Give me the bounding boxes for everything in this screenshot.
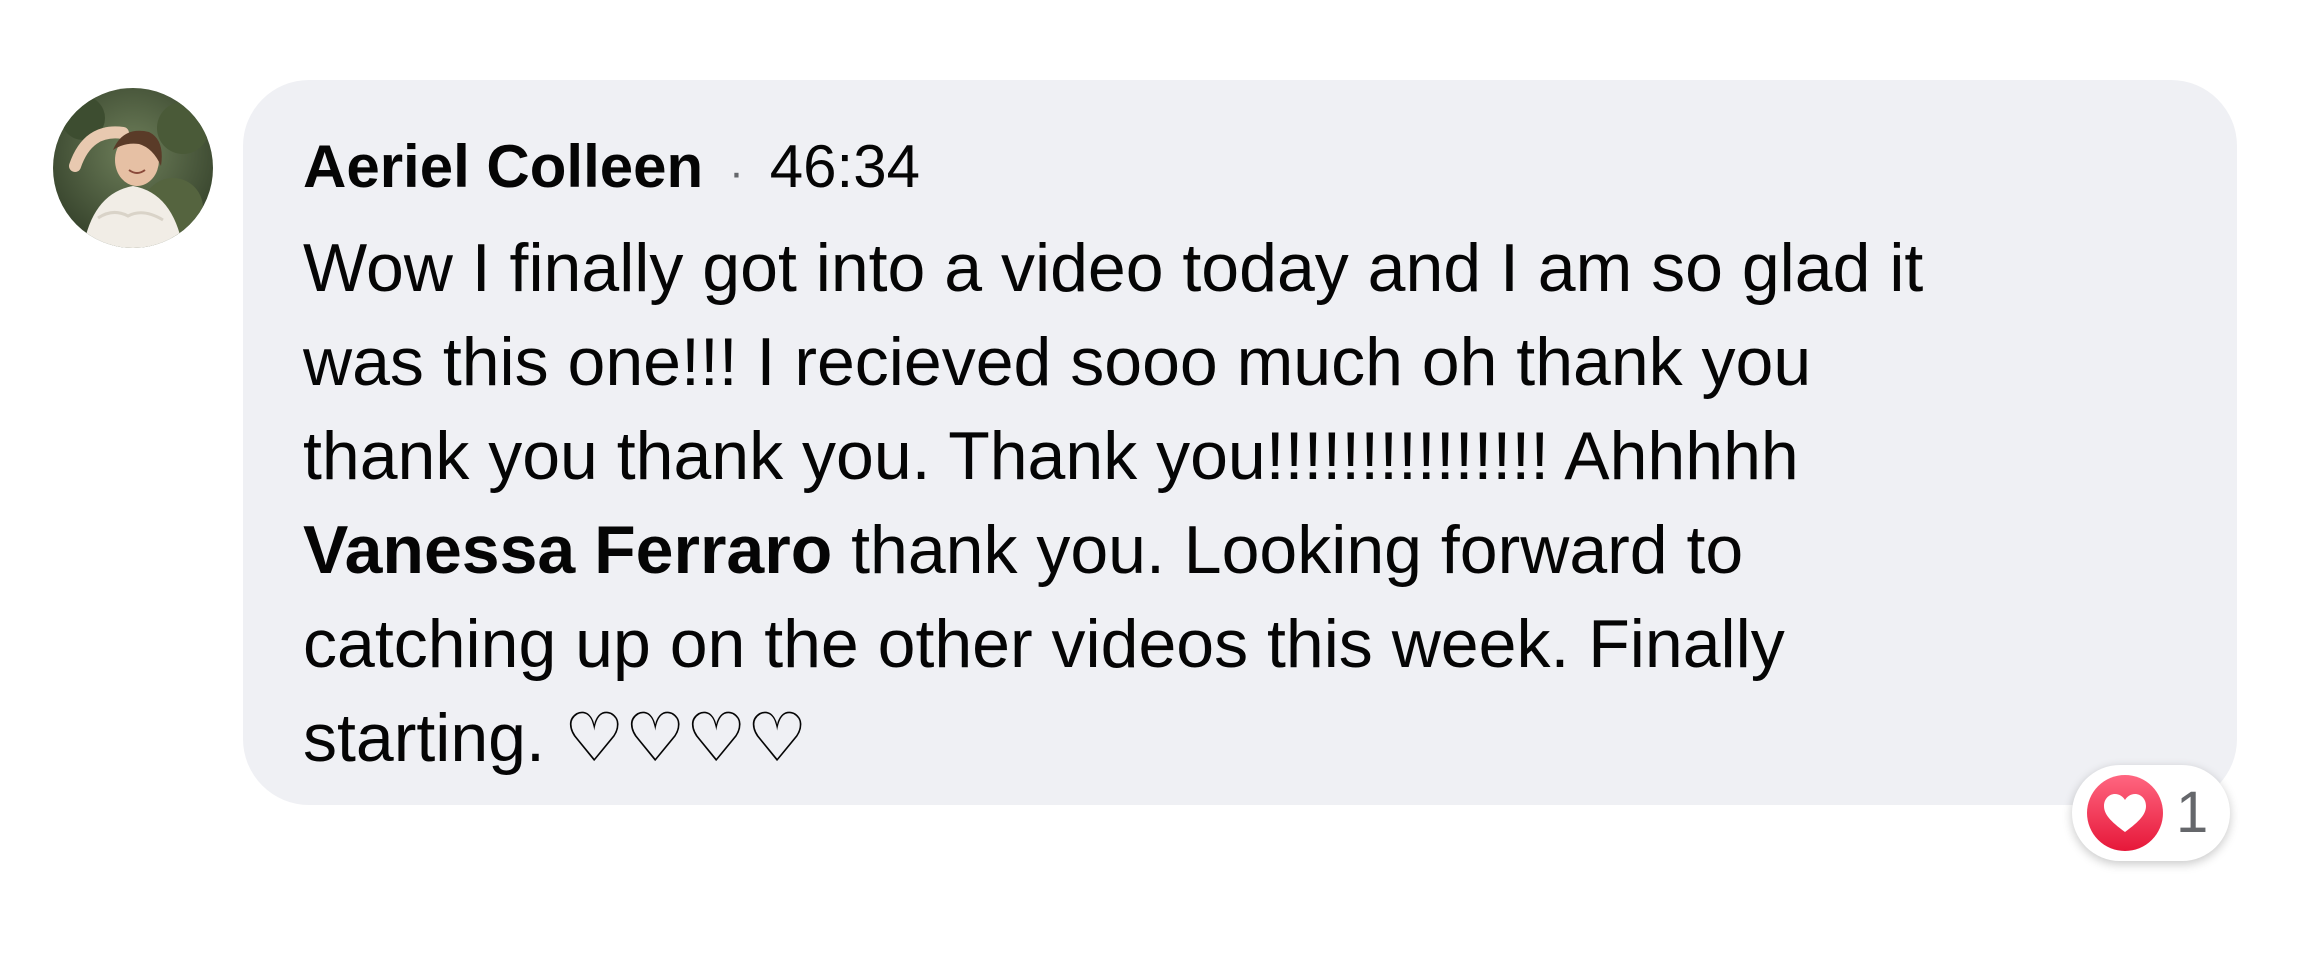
- user-avatar[interactable]: [53, 88, 213, 248]
- mention-link[interactable]: Vanessa Ferraro: [303, 512, 832, 588]
- comment-header: Aeriel Colleen · 46:34: [303, 127, 2177, 207]
- meta-separator: ·: [729, 148, 744, 197]
- comment-author-name[interactable]: Aeriel Colleen: [303, 127, 703, 207]
- comment-text-part-1: Wow I finally got into a video today and…: [303, 230, 1924, 494]
- comment-bubble: Aeriel Colleen · 46:34 Wow I finally got…: [243, 80, 2237, 805]
- comment-text: Wow I finally got into a video today and…: [303, 221, 2177, 785]
- love-heart-icon: [2087, 775, 2163, 851]
- reaction-count: 1: [2176, 780, 2209, 845]
- reaction-summary[interactable]: 1: [2072, 765, 2231, 861]
- avatar-photo-icon: [53, 88, 213, 248]
- comment-timestamp[interactable]: 46:34: [770, 127, 920, 207]
